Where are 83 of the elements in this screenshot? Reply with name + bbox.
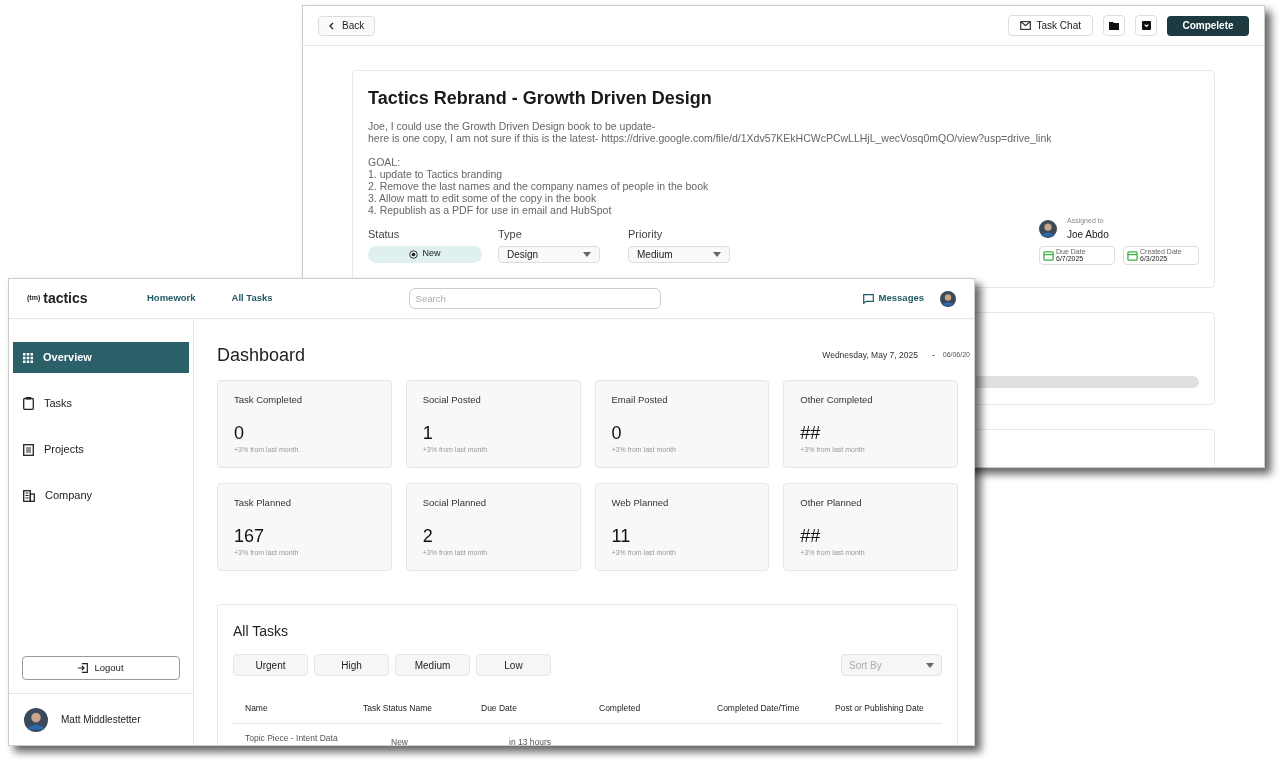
description-line: Joe, I could use the Growth Driven Design book to be update- <box>368 120 657 132</box>
stat-value: 11 <box>611 526 632 547</box>
folder-icon <box>1109 21 1119 30</box>
stat-value: 0 <box>611 423 623 444</box>
archive-button[interactable] <box>1135 15 1157 36</box>
date-range-start: Wednesday, May 7, 2025 <box>822 348 918 362</box>
stat-label: Other Planned <box>800 496 863 510</box>
avatar-icon <box>940 290 956 307</box>
stat-label: Web Planned <box>611 496 670 510</box>
stat-label: Email Posted <box>611 393 669 407</box>
column-header: Task Status Name <box>362 702 433 715</box>
priority-filter-button[interactable]: High <box>314 654 389 676</box>
column-header: Completed Date/Time <box>716 702 801 715</box>
stat-label: Other Completed <box>800 393 874 407</box>
field-label: Type <box>498 227 523 242</box>
sidebar-item[interactable]: Tasks <box>13 388 189 419</box>
table-cell-text: New <box>390 735 409 745</box>
stat-value: 2 <box>422 526 434 547</box>
stat-value: ## <box>800 423 822 444</box>
stat-label: Social Posted <box>422 393 482 407</box>
description-line: GOAL: <box>368 156 402 168</box>
page-title: Dashboard <box>217 343 306 367</box>
table-cell-text: in 13 hours <box>508 735 553 745</box>
calendar-icon <box>1043 249 1054 261</box>
back-button[interactable]: Back <box>318 15 376 36</box>
section-title: All Tasks <box>233 622 289 641</box>
stat-value: 167 <box>234 526 266 547</box>
field-label: Priority <box>628 227 664 242</box>
envelope-icon <box>1019 21 1031 30</box>
grid-icon <box>23 352 33 363</box>
task-chat-button[interactable]: Task Chat <box>1007 15 1093 36</box>
table-cell-text: Topic Piece - Intent Data <box>244 731 339 745</box>
status-badge[interactable]: New <box>368 245 482 263</box>
complete-button[interactable]: Compelete <box>1167 15 1249 36</box>
avatar-icon <box>1039 219 1057 238</box>
nav-link[interactable]: Homework <box>147 291 196 306</box>
folder-button[interactable] <box>1103 15 1125 36</box>
stat-value: 0 <box>234 423 245 444</box>
status-icon <box>409 249 419 259</box>
clipboard-icon <box>23 397 34 410</box>
description-line: 4. Republish as a PDF for use in email and HubSpot <box>368 204 613 216</box>
priority-filter-button[interactable]: Low <box>476 654 551 676</box>
sidebar-item[interactable]: Company <box>13 480 189 511</box>
nav-link[interactable]: All Tasks <box>231 291 273 306</box>
list-icon <box>23 443 34 456</box>
archive-icon <box>1141 21 1151 30</box>
stat-value: 1 <box>422 423 434 444</box>
logo-text: tactics <box>43 289 88 308</box>
stat-label: Task Completed <box>234 393 304 407</box>
building-icon <box>23 489 35 502</box>
logout-button[interactable]: Logout <box>22 656 180 680</box>
dropdown-caret-icon <box>926 662 934 668</box>
messages-link[interactable]: Messages <box>862 291 924 306</box>
avatar-icon <box>24 707 48 732</box>
dropdown-caret-icon <box>713 251 721 257</box>
select-field[interactable]: Medium <box>628 245 730 263</box>
search-field[interactable]: Search <box>408 288 661 309</box>
stat-label: Task Planned <box>234 496 293 510</box>
date-separator: - <box>931 348 935 362</box>
task-title: Tactics Rebrand - Growth Driven Design <box>368 87 713 110</box>
column-header: Completed <box>598 702 642 715</box>
priority-filter-button[interactable]: Medium <box>395 654 470 676</box>
sidebar-item[interactable]: Projects <box>13 434 189 465</box>
logout-icon <box>78 663 89 673</box>
sidebar-item[interactable]: Overview <box>13 342 189 373</box>
column-header: Due Date <box>480 702 518 715</box>
calendar-icon <box>1127 249 1138 261</box>
stat-label: Social Planned <box>422 496 488 510</box>
field-label: Status <box>368 227 401 242</box>
description-line: 3. Allow matt to edit some of the copy in the book <box>368 192 598 204</box>
chat-icon <box>862 293 874 304</box>
user-name: Matt Middlestetter <box>61 713 141 727</box>
stat-value: ## <box>800 526 822 547</box>
column-header: Name <box>244 702 269 715</box>
chevron-left-icon <box>329 21 334 30</box>
dropdown-caret-icon <box>583 251 591 257</box>
select-field[interactable]: Design <box>498 245 600 263</box>
assignee-name: Joe Abdo <box>1067 227 1109 242</box>
priority-filter-button[interactable]: Urgent <box>233 654 308 676</box>
description-line: 2. Remove the last names and the company names of people in the book <box>368 180 710 192</box>
column-header: Post or Publishing Date <box>834 702 925 715</box>
description-line: here is one copy, I am not sure if this is the latest- https://drive.google.com/file/d/1Xdv57KEkHCWcPCwLLHjL_wecVosq0mQO/view?usp=drive_link <box>368 132 1053 144</box>
description-line: 1. update to Tactics branding <box>368 168 504 180</box>
